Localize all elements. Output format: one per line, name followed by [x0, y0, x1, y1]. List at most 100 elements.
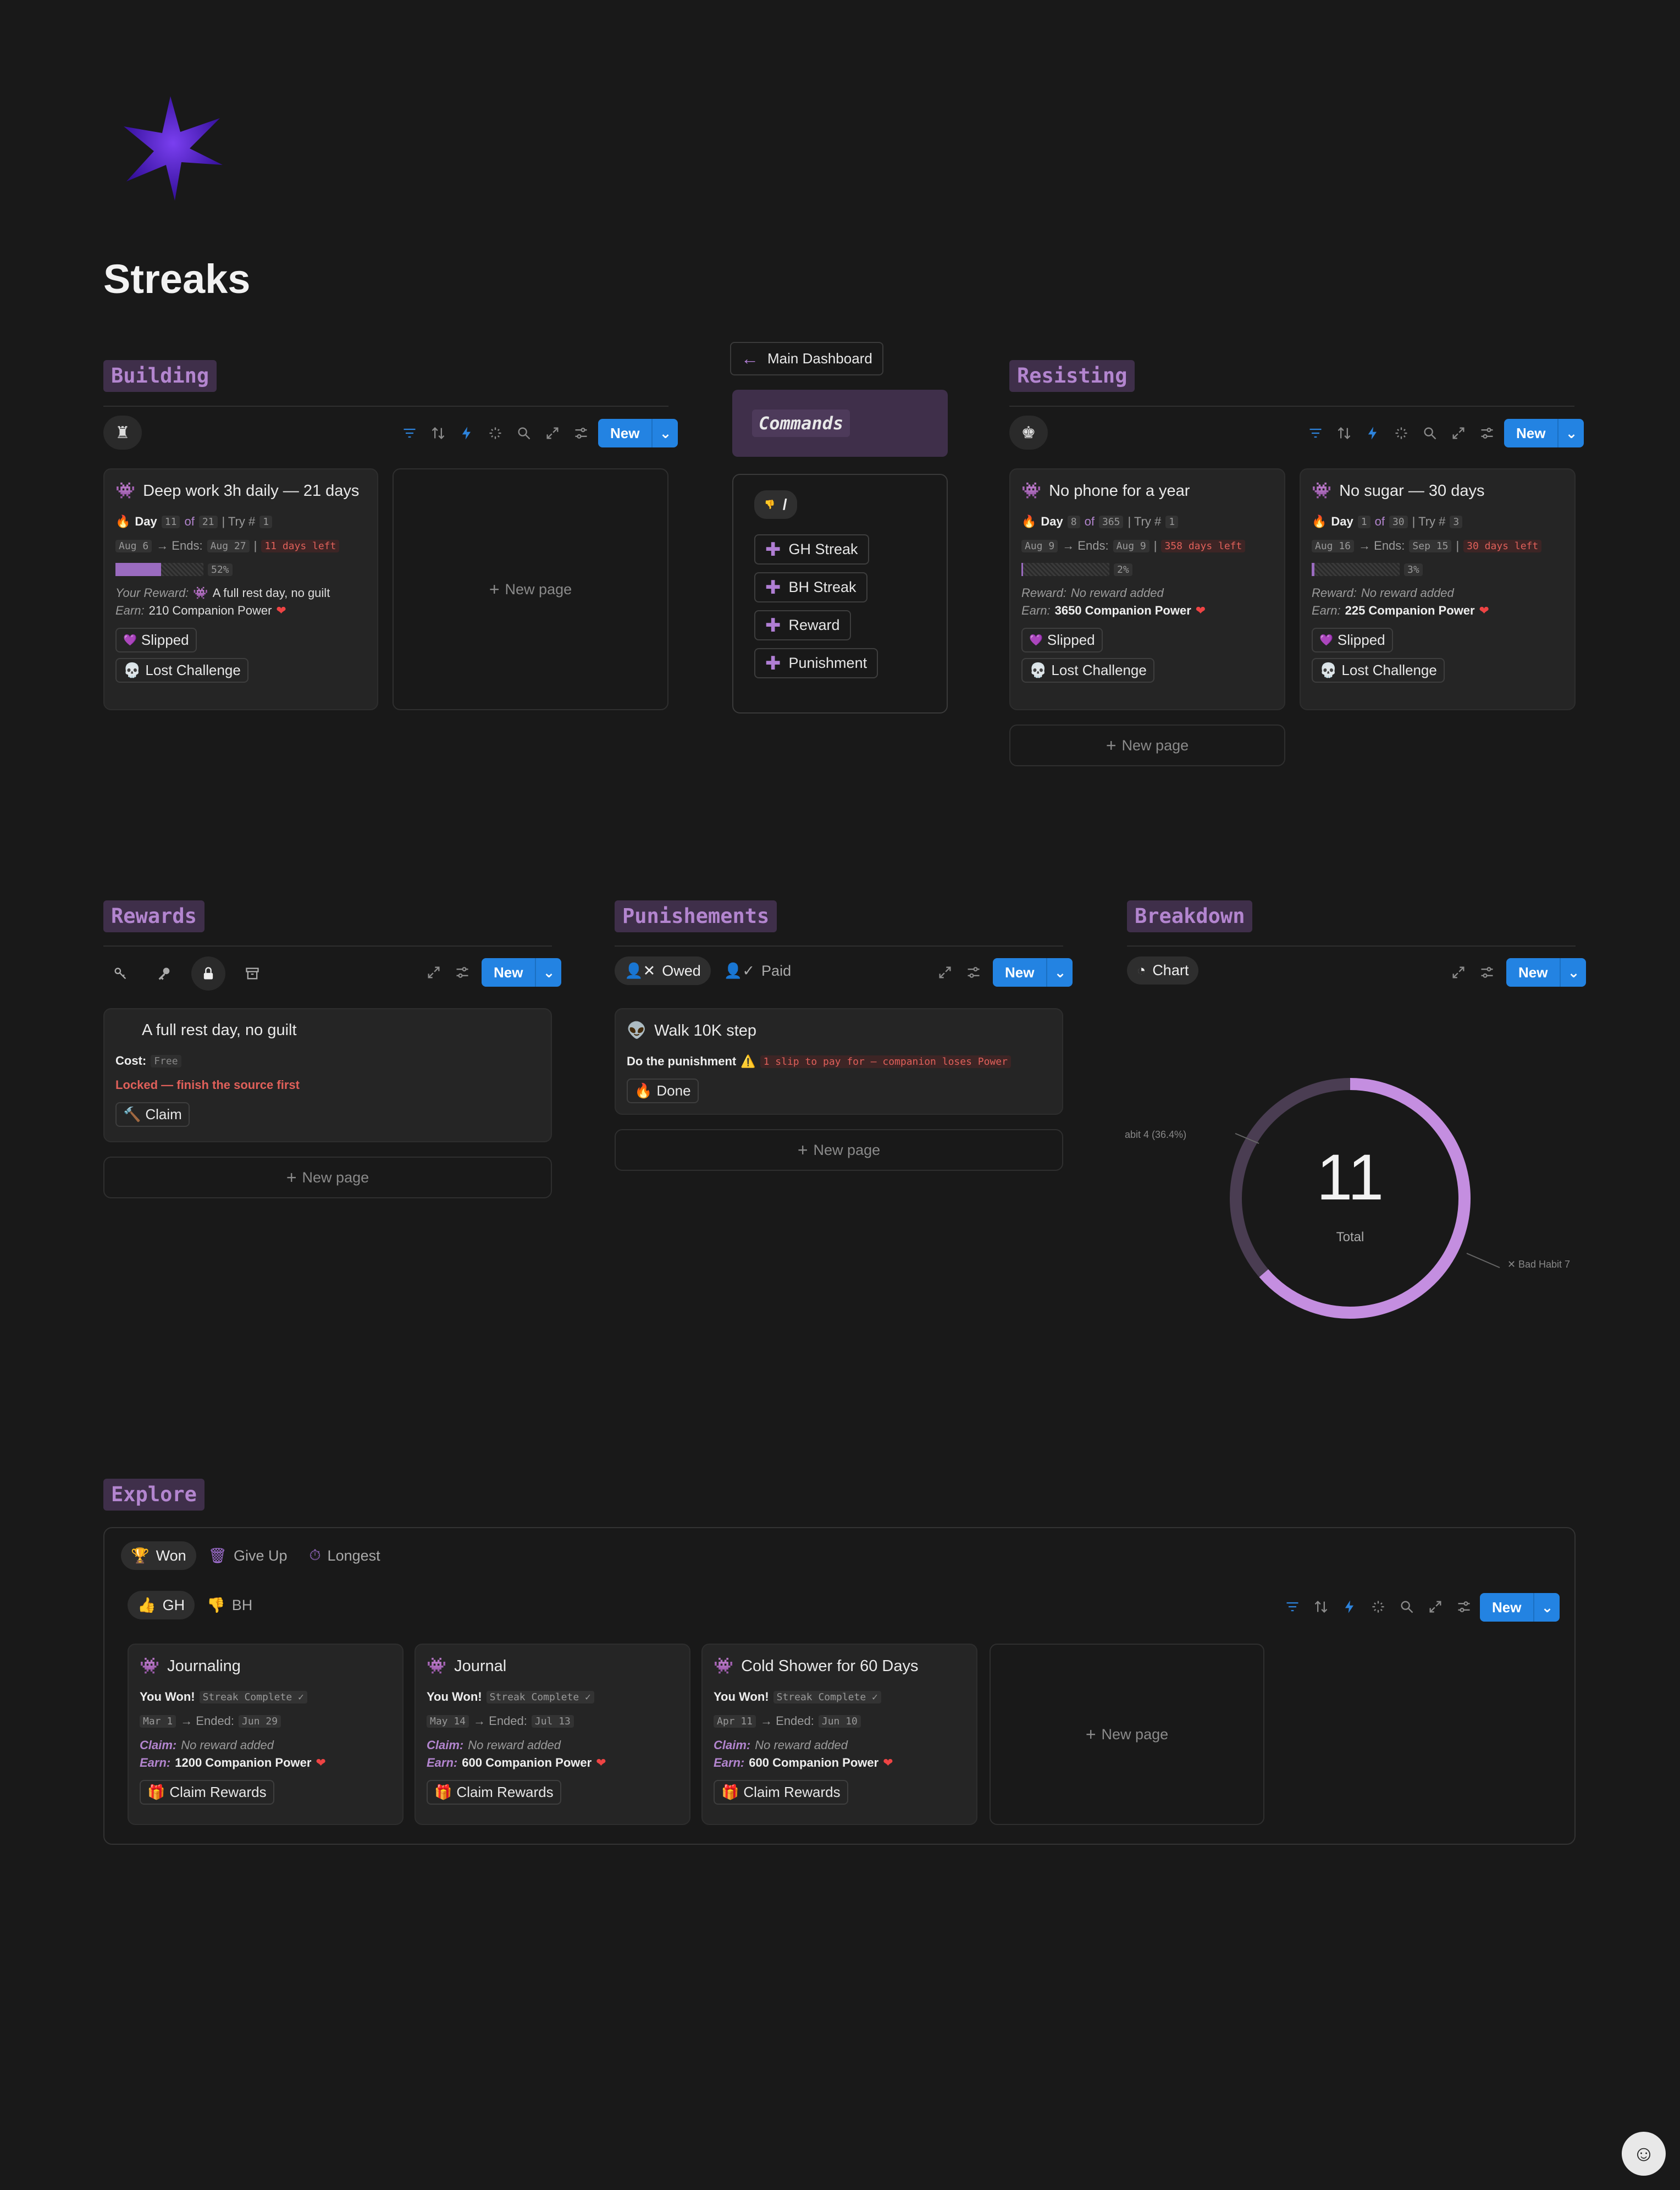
expand-icon[interactable] — [1450, 425, 1467, 441]
total-days: 21 — [198, 515, 218, 528]
commands-callout: Commands — [732, 390, 948, 457]
claim-rewards-button[interactable]: 🎁 Claim Rewards — [427, 1780, 561, 1805]
slash-command-chip[interactable]: 👎 / — [754, 490, 797, 519]
explore-new-button[interactable]: New ⌄ — [1480, 1593, 1560, 1622]
key-icon[interactable] — [103, 956, 137, 991]
building-view-button[interactable]: ♜ — [103, 416, 142, 450]
cost-label: Cost: — [115, 1054, 147, 1068]
help-avatar-icon[interactable]: ☺ — [1622, 2132, 1666, 2176]
expand-icon[interactable] — [425, 964, 442, 981]
tab-paid[interactable]: 👤✓ Paid — [714, 956, 801, 985]
slipped-button[interactable]: 💜 Slipped — [1021, 628, 1103, 652]
punishments-divider — [615, 945, 1063, 947]
warning-text: 1 slip to pay for — companion loses Powe… — [760, 1055, 1011, 1068]
settings-sliders-icon[interactable] — [454, 964, 471, 981]
settings-sliders-icon[interactable] — [965, 964, 982, 981]
key-filled-icon[interactable] — [147, 956, 181, 991]
automation-icon[interactable] — [1364, 425, 1381, 441]
sort-icon[interactable] — [1313, 1599, 1329, 1615]
sparkle-icon[interactable] — [1393, 425, 1410, 441]
punishment-card[interactable]: 👽 Walk 10K step Do the punishment ⚠️ 1 slip… — [615, 1008, 1063, 1115]
of-label: of — [1084, 515, 1095, 528]
tab-gh[interactable]: 👍 GH — [128, 1591, 195, 1619]
tab-bh[interactable]: 👎 BH — [197, 1591, 262, 1619]
gh-streak-button[interactable]: ✚ GH Streak — [754, 534, 869, 565]
rewards-new-button[interactable]: New ⌄ — [482, 958, 562, 987]
settings-sliders-icon[interactable] — [1479, 425, 1495, 441]
sort-icon[interactable] — [430, 425, 446, 441]
won-streak-card[interactable]: 👾 Cold Shower for 60 Days You Won! Streak … — [701, 1644, 977, 1825]
new-label: New — [610, 424, 640, 441]
search-icon[interactable] — [1422, 425, 1438, 441]
chevron-down-icon[interactable]: ⌄ — [1560, 958, 1586, 987]
broken-heart-icon: 💜 — [1029, 634, 1043, 646]
slipped-label: Slipped — [1337, 632, 1385, 648]
filter-icon[interactable] — [401, 425, 418, 441]
filter-icon[interactable] — [1284, 1599, 1301, 1615]
done-button[interactable]: 🔥 Done — [627, 1079, 699, 1103]
lost-challenge-button[interactable]: 💀 Lost Challenge — [1312, 658, 1445, 683]
won-streak-card[interactable]: 👾 Journal You Won! Streak Complete ✓ May 1… — [415, 1644, 690, 1825]
lock-icon[interactable] — [191, 956, 225, 991]
plus-icon: ✚ — [765, 652, 781, 674]
explore-container: 🏆 Won 🗑 Give Up ⏱ Longest 👍 GH 👎 BH New ⌄ 👾 Jou… — [103, 1527, 1576, 1845]
claim-rewards-button[interactable]: 🎁 Claim Rewards — [714, 1780, 848, 1805]
lost-challenge-button[interactable]: 💀 Lost Challenge — [1021, 658, 1154, 683]
automation-icon[interactable] — [458, 425, 475, 441]
sparkle-icon[interactable] — [487, 425, 504, 441]
resisting-new-page[interactable]: + New page — [1009, 725, 1285, 766]
tab-give-up[interactable]: 🗑 Give Up — [198, 1541, 297, 1570]
building-new-page[interactable]: + New page — [393, 468, 668, 710]
chevron-down-icon[interactable]: ⌄ — [1046, 958, 1073, 987]
punishments-new-page[interactable]: + New page — [615, 1129, 1063, 1171]
building-new-button[interactable]: New ⌄ — [598, 419, 678, 447]
streak-card[interactable]: 👾 No phone for a year 🔥 Day 8 of 365 | Try #1 … — [1009, 468, 1285, 710]
breakdown-heading: Breakdown — [1127, 900, 1253, 932]
bh-streak-label: BH Streak — [788, 579, 856, 595]
won-streak-card[interactable]: 👾 Journaling You Won! Streak Complete ✓ Ma… — [128, 1644, 404, 1825]
claim-rewards-button[interactable]: 🎁 Claim Rewards — [140, 1780, 274, 1805]
filter-icon[interactable] — [1307, 425, 1324, 441]
sparkle-icon[interactable] — [1370, 1599, 1386, 1615]
page-icon[interactable] — [115, 93, 225, 203]
tab-owed[interactable]: 👤✕ Owed — [615, 956, 711, 985]
bh-streak-button[interactable]: ✚ BH Streak — [754, 572, 867, 602]
sort-icon[interactable] — [1336, 425, 1352, 441]
settings-sliders-icon[interactable] — [1479, 964, 1495, 981]
expand-icon[interactable] — [1450, 964, 1467, 981]
search-icon[interactable] — [1399, 1599, 1415, 1615]
expand-icon[interactable] — [1427, 1599, 1444, 1615]
chevron-down-icon[interactable]: ⌄ — [651, 419, 678, 447]
automation-icon[interactable] — [1341, 1599, 1358, 1615]
reward-card[interactable]: A full rest day, no guilt Cost: Free Lock… — [103, 1008, 552, 1142]
rewards-new-page[interactable]: + New page — [103, 1157, 552, 1198]
claim-button[interactable]: 🔨 Claim — [115, 1102, 190, 1127]
main-dashboard-button[interactable]: ← Main Dashboard — [730, 342, 883, 375]
expand-icon[interactable] — [544, 425, 561, 441]
lost-challenge-button[interactable]: 💀 Lost Challenge — [115, 658, 248, 683]
punishments-new-button[interactable]: New ⌄ — [993, 958, 1073, 987]
breakdown-section-heading: Breakdown — [1127, 900, 1253, 932]
settings-sliders-icon[interactable] — [1456, 1599, 1472, 1615]
slipped-button[interactable]: 💜 Slipped — [115, 628, 197, 652]
chevron-down-icon[interactable]: ⌄ — [1557, 419, 1584, 447]
chevron-down-icon[interactable]: ⌄ — [1533, 1593, 1560, 1622]
tab-chart[interactable]: ◔ Chart — [1127, 956, 1199, 985]
gift-icon: 🎁 — [434, 1784, 452, 1800]
resisting-new-button[interactable]: New ⌄ — [1504, 419, 1584, 447]
explore-new-page[interactable]: + New page — [990, 1644, 1264, 1825]
punishment-button[interactable]: ✚ Punishment — [754, 648, 878, 678]
resisting-view-button[interactable]: ♚ — [1009, 416, 1048, 450]
search-icon[interactable] — [516, 425, 532, 441]
archive-icon[interactable] — [235, 956, 269, 991]
breakdown-new-button[interactable]: New ⌄ — [1506, 958, 1587, 987]
tab-won[interactable]: 🏆 Won — [121, 1541, 196, 1570]
streak-card[interactable]: 👾 Deep work 3h daily — 21 days 🔥 Day 11 of 21… — [103, 468, 378, 710]
expand-icon[interactable] — [937, 964, 953, 981]
reward-button[interactable]: ✚ Reward — [754, 610, 851, 640]
settings-sliders-icon[interactable] — [573, 425, 589, 441]
tab-longest[interactable]: ⏱ Longest — [299, 1541, 390, 1570]
chevron-down-icon[interactable]: ⌄ — [535, 958, 561, 987]
slipped-button[interactable]: 💜 Slipped — [1312, 628, 1393, 652]
streak-card[interactable]: 👾 No sugar — 30 days 🔥 Day 1 of 30 | Try # 3 Au… — [1300, 468, 1576, 710]
